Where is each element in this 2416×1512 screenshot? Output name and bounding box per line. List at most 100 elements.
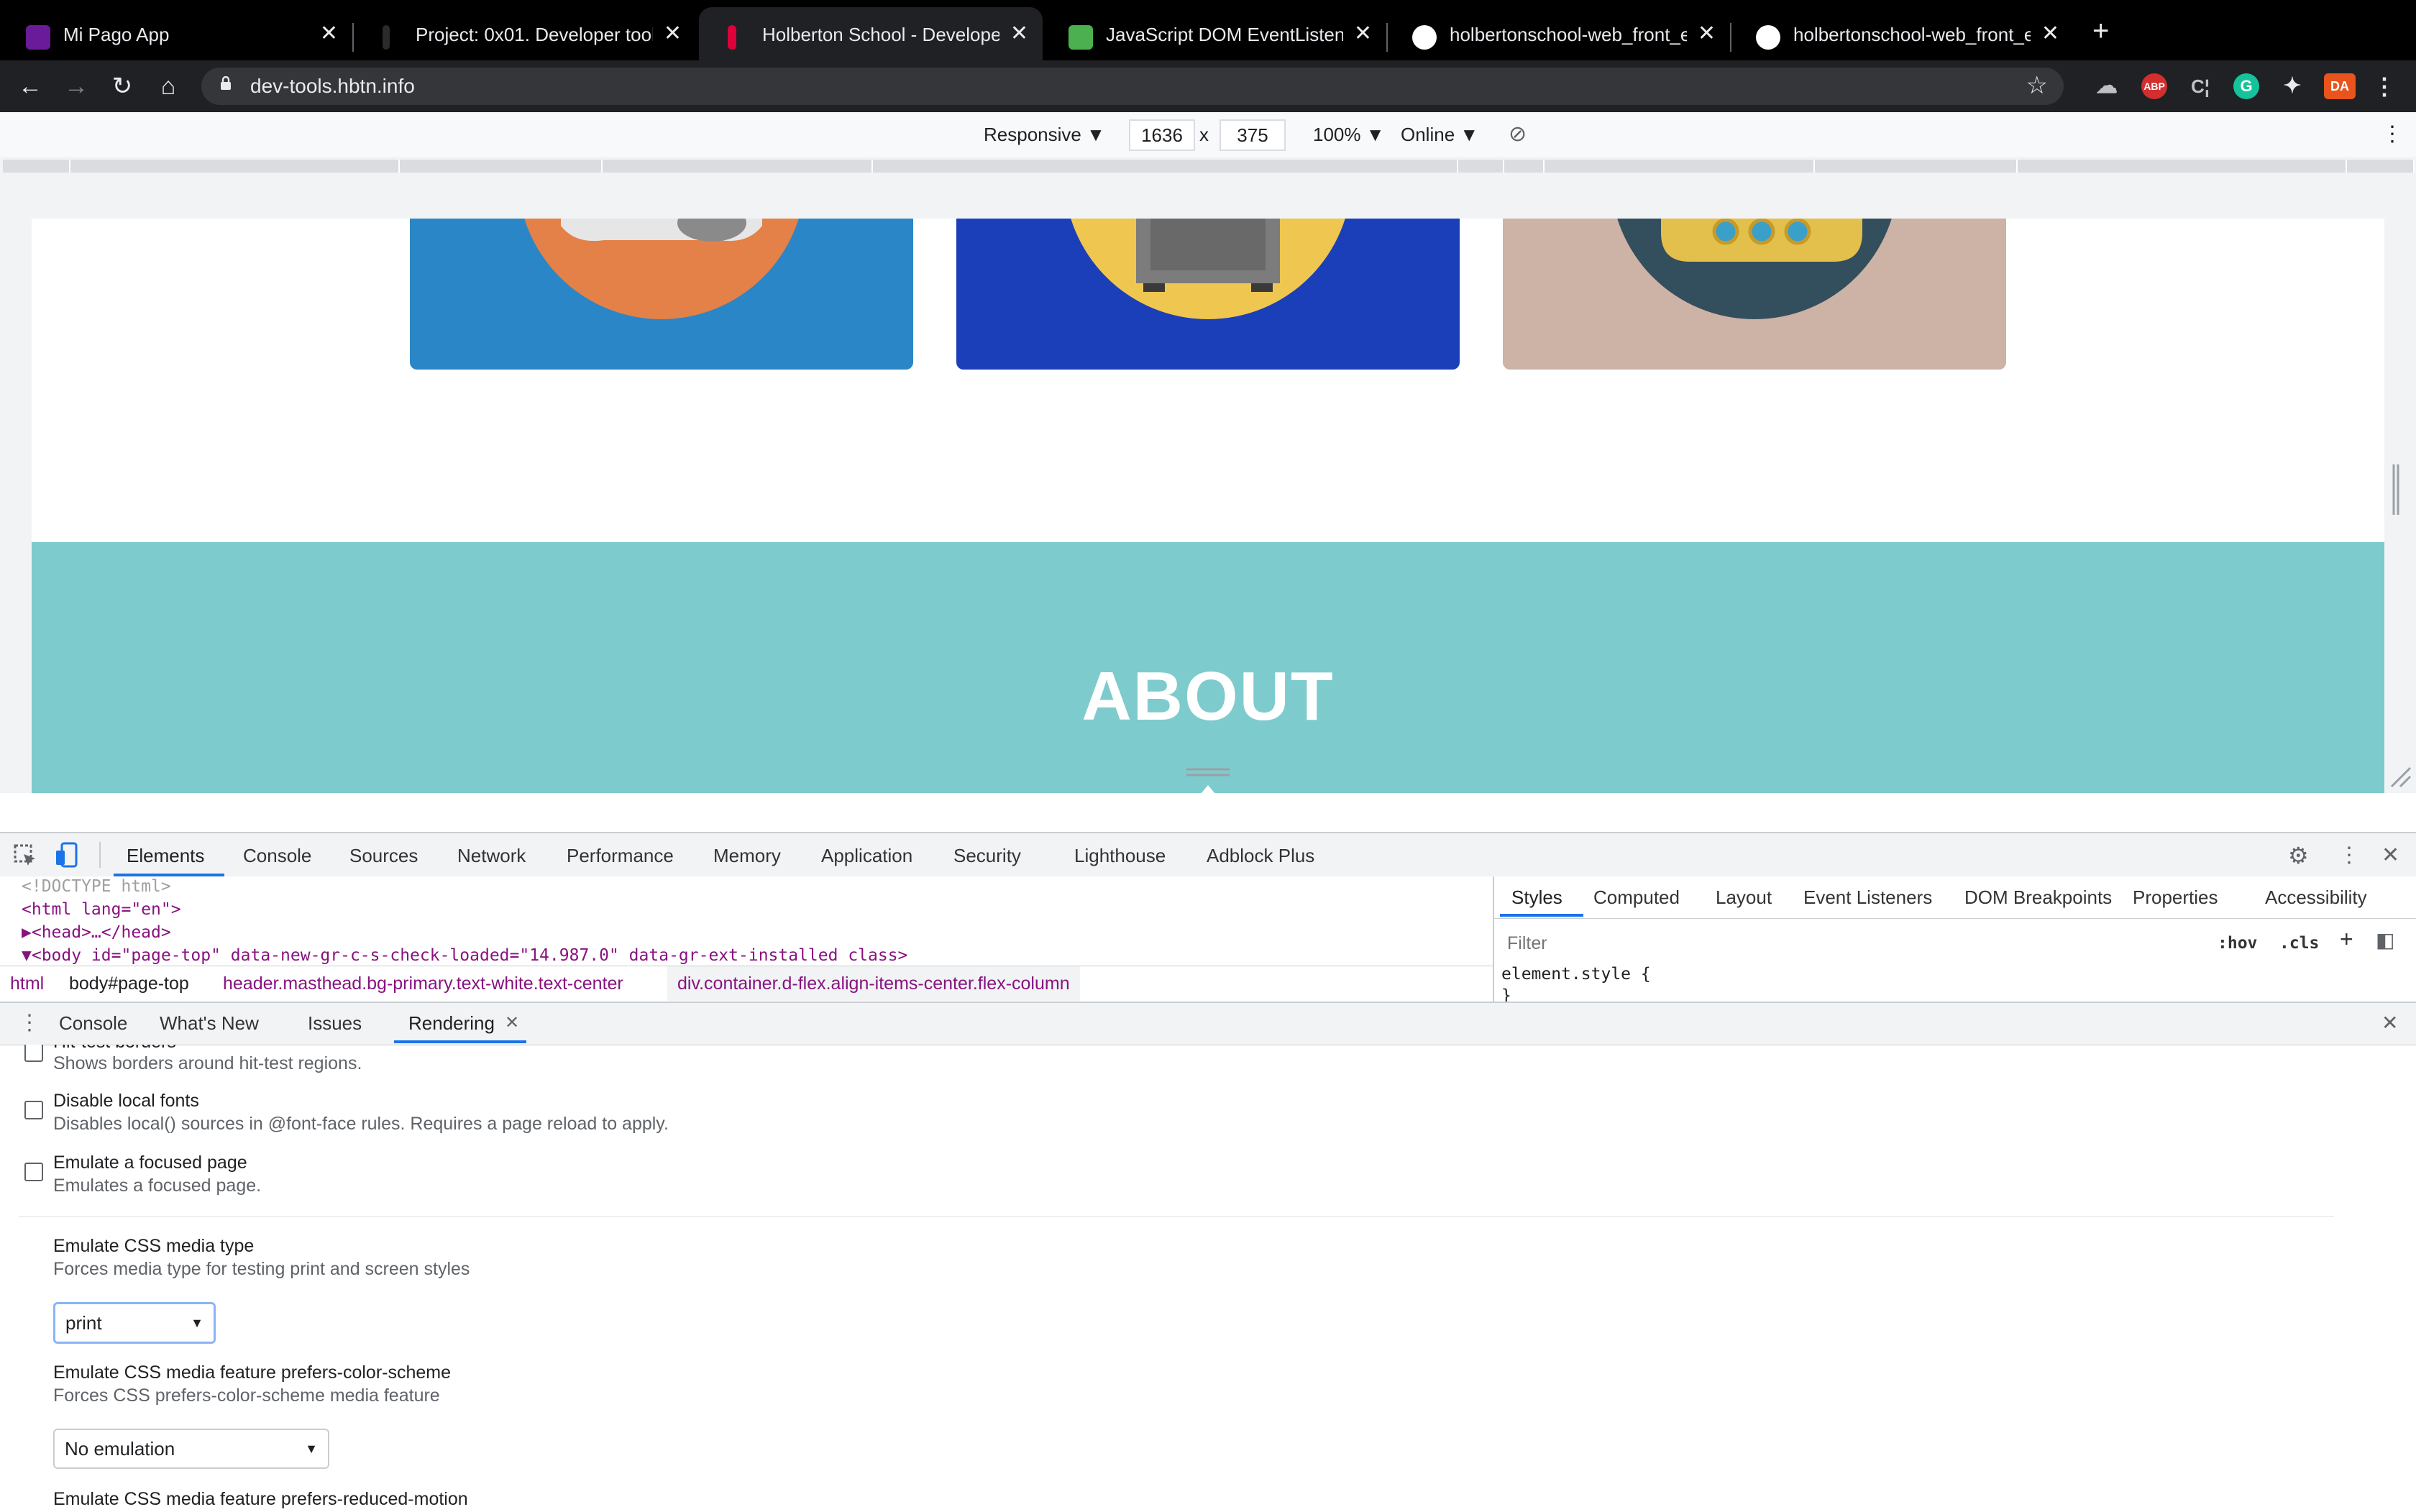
head-tag-line[interactable]: ▶<head>…</head>	[22, 921, 171, 944]
tab-security[interactable]: Security	[953, 843, 1021, 868]
breadcrumb-body[interactable]: body#page-top	[69, 972, 189, 995]
media-type-select[interactable]: print ▼	[53, 1302, 216, 1344]
drawer-tab-console[interactable]: Console	[59, 1011, 127, 1035]
tab-application[interactable]: Application	[821, 843, 912, 868]
bookmark-star-icon[interactable]: ☆	[2026, 70, 2048, 101]
cloud-extension-icon[interactable]: ☁	[2094, 73, 2120, 99]
forward-icon[interactable]: →	[62, 72, 91, 101]
color-scheme-select[interactable]: No emulation ▼	[53, 1429, 329, 1469]
close-icon[interactable]: ✕	[664, 20, 682, 47]
ruler-segment[interactable]	[964, 160, 1458, 173]
extensions-puzzle-icon[interactable]: ✦	[2279, 73, 2305, 99]
hov-toggle[interactable]: :hov	[2218, 931, 2257, 956]
back-icon[interactable]: ←	[16, 72, 45, 101]
da-extension-icon[interactable]: DA	[2324, 73, 2356, 99]
breadcrumb-div-selected[interactable]: div.container.d-flex.align-items-center.…	[667, 966, 1080, 1001]
breadcrumb-html[interactable]: html	[10, 972, 44, 995]
element-style-rule[interactable]: element.style {	[1501, 963, 1651, 986]
emulate-focused-page-checkbox[interactable]	[24, 1163, 43, 1181]
cls-toggle[interactable]: .cls	[2279, 931, 2319, 956]
zoom-select[interactable]: 100% ▼	[1313, 122, 1384, 147]
ruler-segment[interactable]	[70, 160, 400, 173]
ruler-segment[interactable]	[1815, 160, 2018, 173]
grammarly-icon[interactable]: G	[2233, 73, 2259, 99]
close-rendering-tab-icon[interactable]: ✕	[505, 1011, 519, 1035]
tab-memory[interactable]: Memory	[713, 843, 781, 868]
reload-icon[interactable]: ↻	[108, 72, 137, 101]
drawer-tab-issues[interactable]: Issues	[308, 1011, 362, 1035]
browser-tab-mi-pago[interactable]: Mi Pago App ✕	[0, 7, 354, 60]
tab-accessibility[interactable]: Accessibility	[2265, 885, 2367, 910]
styles-filter-input[interactable]	[1506, 927, 2228, 960]
rotate-icon[interactable]: ⊘	[1509, 122, 1527, 147]
ruler-segment[interactable]	[1545, 160, 1815, 173]
tab-properties[interactable]: Properties	[2133, 885, 2218, 910]
device-toolbar-more-icon[interactable]: ⋮	[2381, 122, 2403, 147]
close-icon[interactable]: ✕	[2041, 20, 2059, 47]
adblock-plus-icon[interactable]: ABP	[2141, 73, 2167, 99]
ruler-segment[interactable]	[1504, 160, 1545, 173]
drawer-more-icon[interactable]: ⋮	[19, 1010, 40, 1036]
tab-computed[interactable]: Computed	[1593, 885, 1680, 910]
browser-tab-holberton-active[interactable]: Holberton School - Developer t ✕	[699, 7, 1043, 60]
tab-dom-breakpoints[interactable]: DOM Breakpoints	[1964, 885, 2112, 910]
viewport-height-input[interactable]: 375	[1220, 119, 1286, 151]
device-mode-select[interactable]: Responsive ▼	[984, 122, 1105, 147]
ruler-segment[interactable]	[2347, 160, 2415, 173]
ruler-segment[interactable]	[1460, 160, 1504, 173]
devtools-more-icon[interactable]: ⋮	[2338, 843, 2360, 868]
tab-elements[interactable]: Elements	[127, 843, 204, 868]
tab-network[interactable]: Network	[457, 843, 526, 868]
resize-corner-handle-icon[interactable]	[2389, 765, 2413, 789]
tab-event-listeners[interactable]: Event Listeners	[1803, 885, 1932, 910]
close-icon[interactable]: ✕	[1698, 20, 1716, 47]
resize-bottom-handle-icon[interactable]	[1186, 765, 1230, 779]
tab-sources[interactable]: Sources	[349, 843, 418, 868]
browser-tab-project[interactable]: Project: 0x01. Developer tools | ✕	[352, 7, 696, 60]
browser-menu-icon[interactable]: ⋮	[2371, 73, 2397, 99]
address-bar[interactable]: dev-tools.hbtn.info ☆	[201, 68, 2064, 105]
ci-extension-icon[interactable]: C¦	[2187, 73, 2213, 99]
browser-tab-github-2[interactable]: holbertonschool-web_front_en ✕	[1730, 7, 2074, 60]
new-tab-button[interactable]: +	[2092, 14, 2109, 47]
resize-right-handle-icon[interactable]	[2392, 464, 2400, 515]
portfolio-card-controller[interactable]	[410, 219, 913, 370]
breadcrumb-header[interactable]: header.masthead.bg-primary.text-white.te…	[223, 972, 623, 995]
ruler-segment[interactable]	[2018, 160, 2347, 173]
close-icon[interactable]: ✕	[1354, 20, 1372, 47]
close-devtools-icon[interactable]: ✕	[2381, 843, 2399, 868]
tab-console[interactable]: Console	[243, 843, 311, 868]
browser-tab-js-dom[interactable]: JavaScript DOM EventListener ✕	[1043, 7, 1388, 60]
device-toggle-icon[interactable]	[55, 842, 79, 869]
tab-lighthouse[interactable]: Lighthouse	[1074, 843, 1166, 868]
portfolio-card-safe[interactable]	[956, 219, 1460, 370]
ruler-segment[interactable]	[3, 160, 70, 173]
close-icon[interactable]: ✕	[1010, 20, 1028, 47]
inspect-element-icon[interactable]	[13, 843, 37, 868]
disable-local-fonts-checkbox[interactable]	[24, 1101, 43, 1119]
tab-layout[interactable]: Layout	[1716, 885, 1772, 910]
holberton-red-icon	[728, 25, 736, 50]
html-tag-line[interactable]: <html lang="en">	[22, 898, 181, 921]
drawer-tab-whats-new[interactable]: What's New	[160, 1011, 259, 1035]
gear-icon[interactable]: ⚙	[2288, 843, 2309, 868]
tab-performance[interactable]: Performance	[567, 843, 674, 868]
tab-styles[interactable]: Styles	[1511, 885, 1562, 910]
toggle-sidebar-icon[interactable]: ◧	[2376, 928, 2394, 953]
body-tag-line[interactable]: ▼<body id="page-top" data-new-gr-c-s-che…	[22, 944, 907, 967]
portfolio-card-submarine[interactable]	[1503, 219, 2006, 370]
network-throttle-select[interactable]: Online ▼	[1401, 122, 1478, 147]
ruler-segment[interactable]	[603, 160, 873, 173]
close-drawer-icon[interactable]: ✕	[2381, 1011, 2398, 1035]
drawer-tab-rendering[interactable]: Rendering	[408, 1011, 495, 1035]
doctype-line[interactable]: <!DOCTYPE html>	[22, 876, 171, 898]
ruler-segment[interactable]	[400, 160, 603, 173]
tab-adblock-plus[interactable]: Adblock Plus	[1207, 843, 1314, 868]
close-icon[interactable]: ✕	[320, 20, 338, 47]
home-icon[interactable]: ⌂	[154, 72, 183, 101]
browser-tab-github-1[interactable]: holbertonschool-web_front_en ✕	[1386, 7, 1731, 60]
new-style-rule-button[interactable]: +	[2340, 927, 2353, 951]
viewport-width-input[interactable]: 1636	[1129, 119, 1195, 151]
hit-test-borders-checkbox[interactable]	[24, 1045, 43, 1062]
tab-title: holbertonschool-web_front_en	[1793, 24, 2031, 45]
